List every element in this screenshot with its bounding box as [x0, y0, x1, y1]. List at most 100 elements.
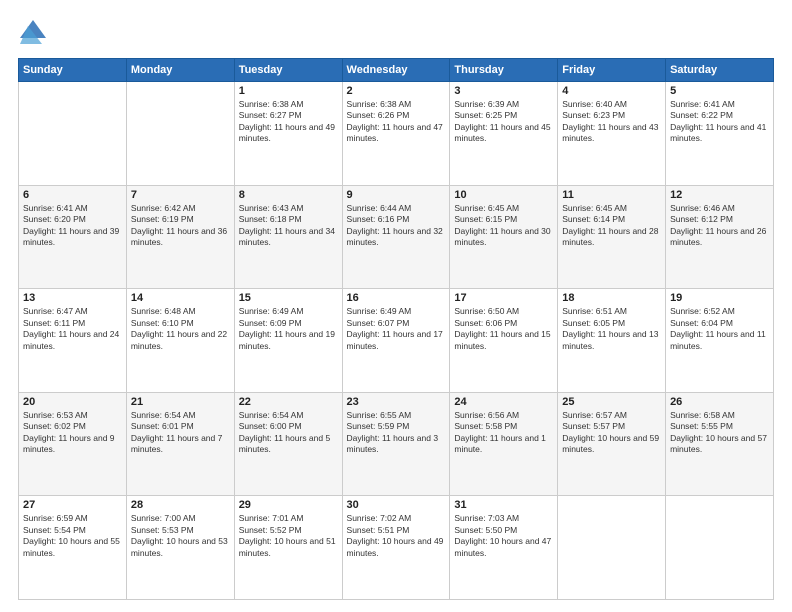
calendar-cell: 13Sunrise: 6:47 AMSunset: 6:11 PMDayligh… — [19, 289, 127, 393]
calendar-week-row: 27 Sunrise: 6:59 AMSunset: 5:54 PMDayligh… — [19, 496, 774, 600]
cell-info: Sunrise: 6:39 AMSunset: 6:25 PMDaylight:… — [454, 99, 550, 143]
cell-info: Sunrise: 6:55 AMSunset: 5:59 PMDaylight:… — [347, 410, 439, 454]
calendar-cell — [19, 82, 127, 186]
calendar-cell: 17 Sunrise: 6:50 AMSunset: 6:06 PMDayligh… — [450, 289, 558, 393]
day-number: 10 — [454, 189, 553, 201]
calendar-cell: 2 Sunrise: 6:38 AMSunset: 6:26 PMDaylight… — [342, 82, 450, 186]
day-number: 12 — [670, 189, 769, 201]
day-number: 22 — [239, 396, 338, 408]
cell-info: Sunrise: 6:38 AMSunset: 6:26 PMDaylight:… — [347, 99, 443, 143]
day-number: 6 — [23, 189, 122, 201]
cell-info: Sunrise: 6:57 AMSunset: 5:57 PMDaylight:… — [562, 410, 659, 454]
calendar-cell: 26 Sunrise: 6:58 AMSunset: 5:55 PMDayligh… — [666, 392, 774, 496]
cell-info: Sunrise: 6:49 AMSunset: 6:09 PMDaylight:… — [239, 306, 335, 350]
day-number: 20 — [23, 396, 122, 408]
calendar-cell: 5 Sunrise: 6:41 AMSunset: 6:22 PMDaylight… — [666, 82, 774, 186]
cell-info: Sunrise: 6:58 AMSunset: 5:55 PMDaylight:… — [670, 410, 767, 454]
cell-info: Sunrise: 6:54 AMSunset: 6:01 PMDaylight:… — [131, 410, 223, 454]
weekday-header-saturday: Saturday — [666, 59, 774, 82]
day-number: 28 — [131, 499, 230, 511]
cell-info: Sunrise: 6:53 AMSunset: 6:02 PMDaylight:… — [23, 410, 115, 454]
cell-info: Sunrise: 6:40 AMSunset: 6:23 PMDaylight:… — [562, 99, 658, 143]
calendar-cell: 12Sunrise: 6:46 AMSunset: 6:12 PMDayligh… — [666, 185, 774, 289]
day-number: 21 — [131, 396, 230, 408]
day-number: 15 — [239, 292, 338, 304]
cell-info: Sunrise: 6:45 AMSunset: 6:14 PMDaylight:… — [562, 203, 658, 247]
cell-info: Sunrise: 6:59 AMSunset: 5:54 PMDaylight:… — [23, 513, 120, 557]
day-number: 26 — [670, 396, 769, 408]
weekday-header-row: SundayMondayTuesdayWednesdayThursdayFrid… — [19, 59, 774, 82]
day-number: 2 — [347, 85, 446, 97]
calendar-week-row: 1 Sunrise: 6:38 AMSunset: 6:27 PMDaylight… — [19, 82, 774, 186]
calendar-cell: 8Sunrise: 6:43 AMSunset: 6:18 PMDaylight… — [234, 185, 342, 289]
calendar-cell: 11 Sunrise: 6:45 AMSunset: 6:14 PMDayligh… — [558, 185, 666, 289]
day-number: 4 — [562, 85, 661, 97]
cell-info: Sunrise: 6:51 AMSunset: 6:05 PMDaylight:… — [562, 306, 658, 350]
cell-info: Sunrise: 6:38 AMSunset: 6:27 PMDaylight:… — [239, 99, 335, 143]
calendar-cell — [126, 82, 234, 186]
day-number: 7 — [131, 189, 230, 201]
weekday-header-wednesday: Wednesday — [342, 59, 450, 82]
calendar-cell: 10 Sunrise: 6:45 AMSunset: 6:15 PMDayligh… — [450, 185, 558, 289]
cell-info: Sunrise: 6:42 AMSunset: 6:19 PMDaylight:… — [131, 203, 227, 247]
cell-info: Sunrise: 6:44 AMSunset: 6:16 PMDaylight:… — [347, 203, 443, 247]
cell-info: Sunrise: 7:01 AMSunset: 5:52 PMDaylight:… — [239, 513, 336, 557]
calendar-cell: 22 Sunrise: 6:54 AMSunset: 6:00 PMDayligh… — [234, 392, 342, 496]
calendar-cell: 27 Sunrise: 6:59 AMSunset: 5:54 PMDayligh… — [19, 496, 127, 600]
calendar-cell: 30 Sunrise: 7:02 AMSunset: 5:51 PMDayligh… — [342, 496, 450, 600]
calendar-cell: 16 Sunrise: 6:49 AMSunset: 6:07 PMDayligh… — [342, 289, 450, 393]
day-number: 23 — [347, 396, 446, 408]
day-number: 9 — [347, 189, 446, 201]
calendar-cell: 28Sunrise: 7:00 AMSunset: 5:53 PMDayligh… — [126, 496, 234, 600]
calendar-cell — [558, 496, 666, 600]
logo — [18, 18, 52, 48]
calendar-cell: 20 Sunrise: 6:53 AMSunset: 6:02 PMDayligh… — [19, 392, 127, 496]
calendar-cell: 29 Sunrise: 7:01 AMSunset: 5:52 PMDayligh… — [234, 496, 342, 600]
cell-info: Sunrise: 6:56 AMSunset: 5:58 PMDaylight:… — [454, 410, 546, 454]
calendar-table: SundayMondayTuesdayWednesdayThursdayFrid… — [18, 58, 774, 600]
cell-info: Sunrise: 6:50 AMSunset: 6:06 PMDaylight:… — [454, 306, 550, 350]
day-number: 30 — [347, 499, 446, 511]
calendar-cell: 9 Sunrise: 6:44 AMSunset: 6:16 PMDaylight… — [342, 185, 450, 289]
day-number: 5 — [670, 85, 769, 97]
calendar-cell — [666, 496, 774, 600]
calendar-cell: 31 Sunrise: 7:03 AMSunset: 5:50 PMDayligh… — [450, 496, 558, 600]
cell-info: Sunrise: 6:47 AMSunset: 6:11 PMDaylight:… — [23, 306, 119, 350]
calendar-cell: 6Sunrise: 6:41 AMSunset: 6:20 PMDaylight… — [19, 185, 127, 289]
day-number: 11 — [562, 189, 661, 201]
weekday-header-thursday: Thursday — [450, 59, 558, 82]
weekday-header-tuesday: Tuesday — [234, 59, 342, 82]
calendar-cell: 3Sunrise: 6:39 AMSunset: 6:25 PMDaylight… — [450, 82, 558, 186]
calendar-cell: 4 Sunrise: 6:40 AMSunset: 6:23 PMDaylight… — [558, 82, 666, 186]
day-number: 16 — [347, 292, 446, 304]
cell-info: Sunrise: 6:43 AMSunset: 6:18 PMDaylight:… — [239, 203, 335, 247]
calendar-cell: 25Sunrise: 6:57 AMSunset: 5:57 PMDayligh… — [558, 392, 666, 496]
cell-info: Sunrise: 6:49 AMSunset: 6:07 PMDaylight:… — [347, 306, 443, 350]
day-number: 31 — [454, 499, 553, 511]
header — [18, 18, 774, 48]
calendar-cell: 15 Sunrise: 6:49 AMSunset: 6:09 PMDayligh… — [234, 289, 342, 393]
weekday-header-monday: Monday — [126, 59, 234, 82]
cell-info: Sunrise: 6:48 AMSunset: 6:10 PMDaylight:… — [131, 306, 227, 350]
cell-info: Sunrise: 6:41 AMSunset: 6:22 PMDaylight:… — [670, 99, 766, 143]
calendar-cell: 18Sunrise: 6:51 AMSunset: 6:05 PMDayligh… — [558, 289, 666, 393]
day-number: 14 — [131, 292, 230, 304]
weekday-header-friday: Friday — [558, 59, 666, 82]
calendar-week-row: 20 Sunrise: 6:53 AMSunset: 6:02 PMDayligh… — [19, 392, 774, 496]
day-number: 27 — [23, 499, 122, 511]
day-number: 17 — [454, 292, 553, 304]
cell-info: Sunrise: 6:54 AMSunset: 6:00 PMDaylight:… — [239, 410, 331, 454]
cell-info: Sunrise: 6:52 AMSunset: 6:04 PMDaylight:… — [670, 306, 766, 350]
day-number: 29 — [239, 499, 338, 511]
cell-info: Sunrise: 6:45 AMSunset: 6:15 PMDaylight:… — [454, 203, 550, 247]
calendar-cell: 23 Sunrise: 6:55 AMSunset: 5:59 PMDayligh… — [342, 392, 450, 496]
calendar-cell: 21 Sunrise: 6:54 AMSunset: 6:01 PMDayligh… — [126, 392, 234, 496]
cell-info: Sunrise: 7:02 AMSunset: 5:51 PMDaylight:… — [347, 513, 444, 557]
calendar-cell: 1 Sunrise: 6:38 AMSunset: 6:27 PMDaylight… — [234, 82, 342, 186]
calendar-cell: 14 Sunrise: 6:48 AMSunset: 6:10 PMDayligh… — [126, 289, 234, 393]
day-number: 1 — [239, 85, 338, 97]
day-number: 19 — [670, 292, 769, 304]
cell-info: Sunrise: 7:03 AMSunset: 5:50 PMDaylight:… — [454, 513, 551, 557]
calendar-cell: 7 Sunrise: 6:42 AMSunset: 6:19 PMDaylight… — [126, 185, 234, 289]
weekday-header-sunday: Sunday — [19, 59, 127, 82]
